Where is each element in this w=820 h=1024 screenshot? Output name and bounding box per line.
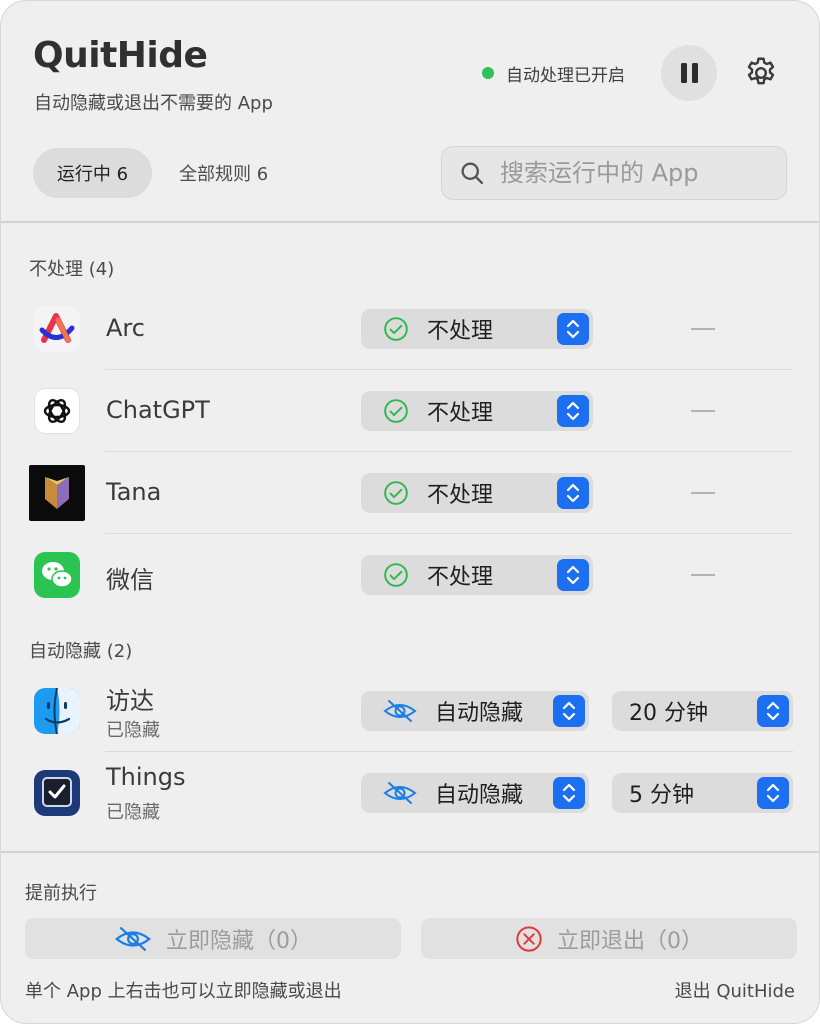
app-row-things: Things 已隐藏 自动隐藏 5 分钟 [1,752,819,834]
things-app-icon [34,770,80,816]
stepper-icon [557,559,589,591]
finder-app-icon [34,688,80,734]
chatgpt-app-icon [34,388,80,434]
app-name: Tana [106,478,162,506]
mode-select[interactable]: 自动隐藏 [361,691,589,731]
app-title: QuitHide [33,35,208,76]
no-delay-dash [691,328,715,330]
stepper-icon [553,695,585,727]
app-row-arc: Arc 不处理 [1,288,819,370]
mode-select[interactable]: 不处理 [361,473,593,513]
stepper-icon [757,695,789,727]
stepper-icon [757,777,789,809]
check-circle-icon [384,399,408,423]
mode-select-label: 不处理 [427,483,494,508]
header-divider [1,221,819,223]
wechat-app-icon [34,552,80,598]
stepper-icon [557,313,589,345]
quit-now-button[interactable]: 立即退出（0） [421,918,797,959]
app-row-chatgpt: ChatGPT 不处理 [1,370,819,452]
app-status: 已隐藏 [106,802,160,823]
app-name: ChatGPT [106,396,210,424]
eye-slash-icon [115,926,151,951]
auto-process-status: 自动处理已开启 [482,61,625,86]
delay-select[interactable]: 20 分钟 [612,691,793,731]
hide-now-label: 立即隐藏（0） [166,928,312,954]
section-header-ignore: 不处理 (4) [29,259,115,280]
check-circle-icon [384,317,408,341]
status-text: 自动处理已开启 [506,65,625,86]
tab-running[interactable]: 运行中 6 [33,148,152,198]
mode-select-label: 不处理 [427,565,494,590]
status-dot-icon [482,67,494,79]
quithide-window: QuitHide 自动隐藏或退出不需要的 App 自动处理已开启 运行中 6 全… [0,0,820,1024]
delay-select[interactable]: 5 分钟 [612,773,793,813]
delay-select-label: 20 分钟 [629,701,708,726]
tab-all-rules[interactable]: 全部规则 6 [163,148,284,198]
arc-app-icon [34,306,80,352]
pause-icon [680,63,687,83]
stepper-icon [557,477,589,509]
app-row-tana: Tana 不处理 [1,452,819,534]
no-delay-dash [691,410,715,412]
app-subtitle: 自动隐藏或退出不需要的 App [34,93,273,114]
quit-quithide-link[interactable]: 退出 QuitHide [675,977,795,1003]
mode-select-label: 不处理 [427,401,494,426]
no-delay-dash [691,492,715,494]
right-click-hint: 单个 App 上右击也可以立即隐藏或退出 [25,981,342,1002]
app-row-wechat: 微信 不处理 [1,534,819,616]
settings-button[interactable] [739,51,783,95]
search-box[interactable] [441,146,787,200]
hide-now-button[interactable]: 立即隐藏（0） [25,918,401,959]
tana-app-icon [29,465,85,521]
eye-slash-icon [383,782,417,804]
mode-select-label: 自动隐藏 [435,701,524,726]
mode-select[interactable]: 自动隐藏 [361,773,589,813]
pause-icon-bar [691,63,698,83]
no-delay-dash [691,574,715,576]
stepper-icon [553,777,585,809]
x-circle-icon [516,925,542,952]
gear-icon [747,57,775,85]
quit-now-label: 立即退出（0） [557,928,703,954]
mode-select-label: 自动隐藏 [435,783,524,808]
app-row-finder: 访达 已隐藏 自动隐藏 20 分钟 [1,670,819,752]
mode-select[interactable]: 不处理 [361,391,593,431]
app-name: Arc [106,314,145,342]
section-header-autohide: 自动隐藏 (2) [29,641,133,662]
footer-divider [1,851,819,853]
mode-select[interactable]: 不处理 [361,309,593,349]
app-name: 微信 [106,566,154,594]
eye-slash-icon [383,700,417,722]
pause-button[interactable] [661,45,717,101]
mode-select-label: 不处理 [427,319,494,344]
search-icon [461,162,484,185]
app-name: 访达 [106,687,154,715]
stepper-icon [557,395,589,427]
app-name: Things [106,763,186,791]
check-circle-icon [384,481,408,505]
mode-select[interactable]: 不处理 [361,555,593,595]
search-input[interactable] [500,159,770,187]
advance-label: 提前执行 [25,883,97,904]
delay-select-label: 5 分钟 [629,783,694,808]
check-circle-icon [384,563,408,587]
app-status: 已隐藏 [106,720,160,741]
